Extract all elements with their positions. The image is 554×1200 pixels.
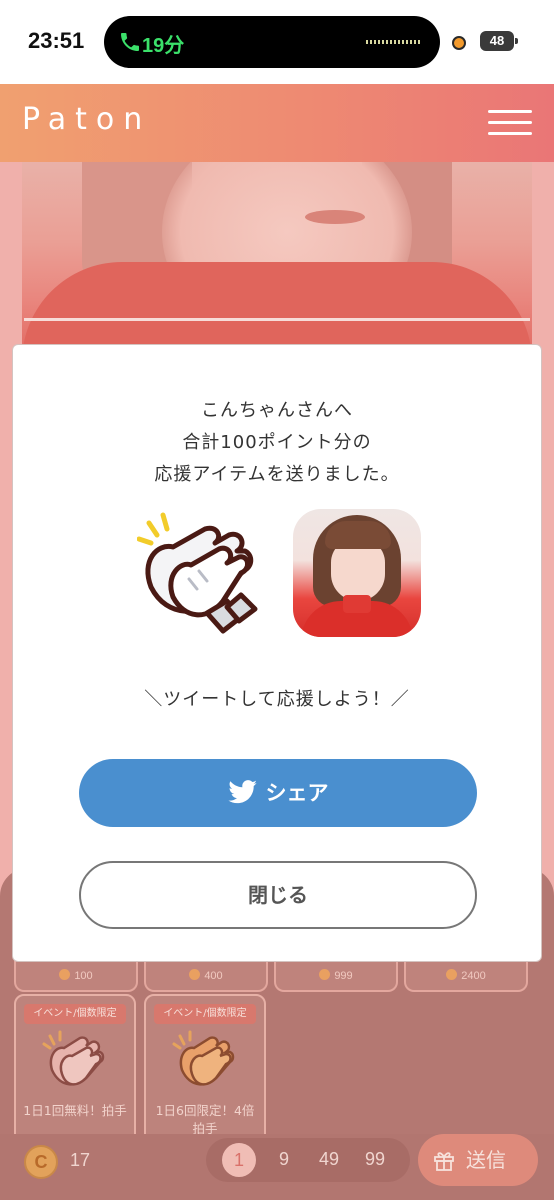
gift-icon [434,1152,454,1171]
twitter-bird-icon [227,780,257,804]
twitter-share-button[interactable]: シェア [79,759,477,827]
clap-icon [172,1030,235,1086]
send-label: 送信 [466,1148,506,1172]
item-title: 1日6回限定！4倍拍手 [155,1103,255,1136]
clap-icon [42,1030,105,1086]
coin-balance: 17 [70,1150,91,1170]
amount-option[interactable]: 49 [312,1149,346,1170]
dynamic-island[interactable]: 19分 [104,16,440,68]
recipient-avatar [293,509,421,637]
mic-indicator-icon [452,36,466,50]
coin-icon: C [24,1145,58,1179]
coin-icon [189,969,201,980]
coin-icon [319,969,331,980]
close-button[interactable]: 閉じる [79,861,477,929]
gift-price: 100 [74,970,93,982]
event-badge: イベント/個数限定 [154,1004,256,1024]
gift-price: 2400 [461,970,486,982]
app-logo[interactable]: Paton [22,102,151,137]
dialog-message: こんちゃんさんへ 合計100ポイント分の 応援アイテムを送りました。 [13,395,541,491]
hamburger-menu-icon[interactable] [488,110,532,136]
photo-progress-line [24,318,530,321]
gift-price: 999 [334,970,353,982]
coin-icon [446,969,458,980]
audio-waveform [366,40,422,44]
amount-option[interactable]: 9 [270,1149,298,1170]
item-title: 1日1回無料！拍手 [23,1103,127,1118]
coin-icon [59,969,71,980]
status-time: 23:51 [28,28,85,53]
call-duration: 19分 [142,35,185,57]
amount-option-selected[interactable]: 1 [222,1143,256,1177]
message-line: 応援アイテムを送りました。 [154,464,400,485]
message-line: こんちゃんさんへ [201,400,353,421]
event-badge: イベント/個数限定 [24,1004,126,1024]
item-card-free-clap[interactable]: イベント/個数限定 1日1回無料！拍手 [14,994,136,1144]
profile-photo [22,162,532,362]
share-label: シェア [265,781,329,805]
item-card-quad-clap[interactable]: イベント/個数限定 1日6回限定！4倍拍手 [144,994,266,1144]
message-line: 合計100ポイント分の [182,432,372,453]
status-bar: 23:51 19分 48 [0,0,554,84]
app-header: Paton [0,84,554,162]
send-button[interactable]: 送信 [418,1134,538,1186]
clapping-hands-icon [137,512,258,634]
gift-price: 400 [204,970,223,982]
tweet-prompt: ＼ツイートして応援しよう！／ [144,689,410,710]
support-sent-dialog: こんちゃんさんへ 合計100ポイント分の 応援アイテムを送りました。 ＼ツイート… [12,344,542,962]
amount-option[interactable]: 99 [358,1149,392,1170]
battery-icon: 48 [480,31,518,51]
phone-icon [121,33,139,51]
